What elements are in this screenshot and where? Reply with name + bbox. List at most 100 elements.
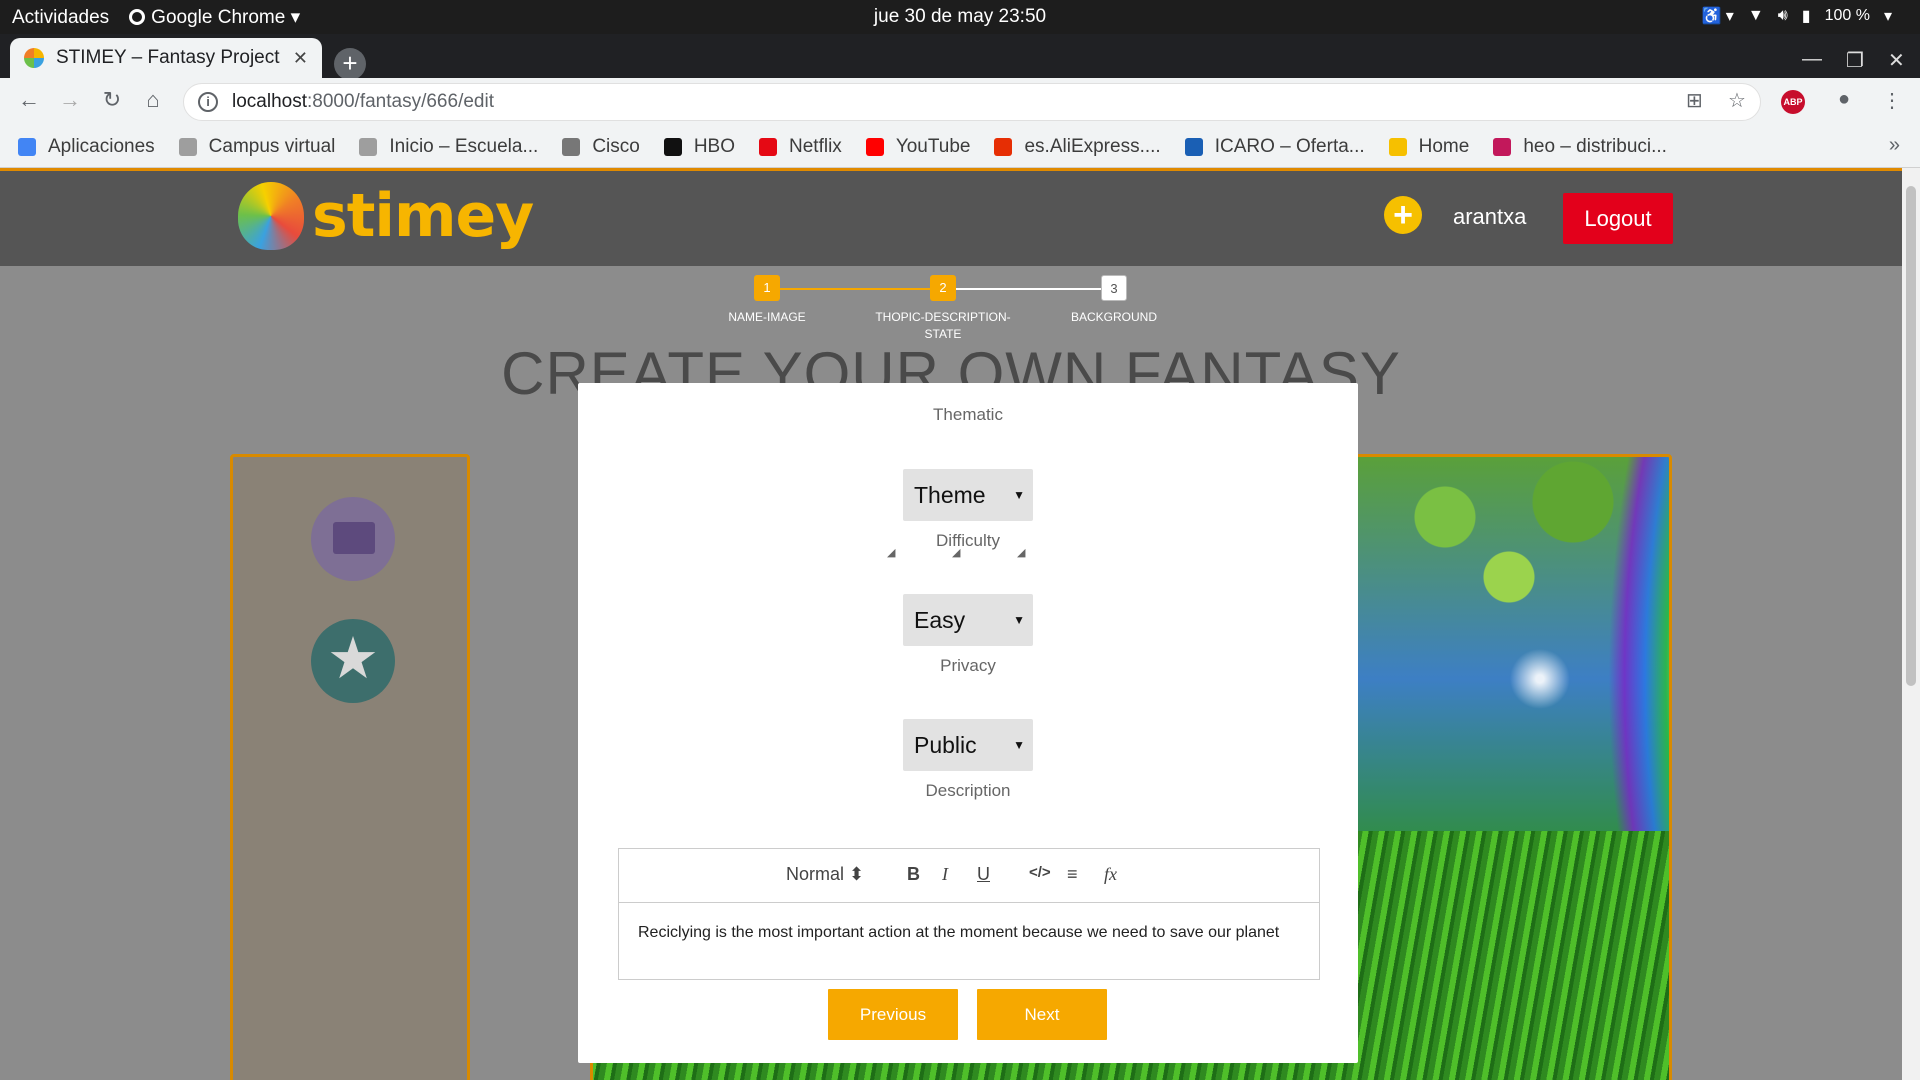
dropdown-arrow-icon: ▼	[1013, 613, 1025, 627]
bookmark-label: es.AliExpress....	[1024, 135, 1161, 157]
description-text[interactable]: Reciclying is the most important action …	[619, 903, 1319, 962]
bookmark-item[interactable]: Home	[1388, 135, 1470, 158]
reload-icon[interactable]: ↻	[97, 87, 127, 113]
logout-button[interactable]: Logout	[1563, 193, 1673, 244]
dropdown-arrow-icon: ▼	[1013, 738, 1025, 752]
url-path: :8000/fantasy/666/edit	[307, 91, 494, 112]
thematic-select[interactable]: Theme ▼	[903, 469, 1033, 521]
rich-text-editor: Normal ⬍ B I U </> ≡ fx Reciclying is th…	[618, 848, 1320, 980]
privacy-select[interactable]: Public ▼	[903, 719, 1033, 771]
menu-kebab-icon[interactable]: ⋮	[1882, 88, 1902, 113]
bookmark-item[interactable]: YouTube	[865, 135, 971, 158]
close-window-icon[interactable]: ✕	[1888, 48, 1905, 73]
wifi-icon[interactable]: ▼	[1748, 7, 1764, 25]
stimey-logo[interactable]: stimey	[238, 181, 534, 251]
stepper-line-done	[780, 288, 943, 290]
site-info-icon[interactable]: i	[198, 92, 218, 112]
bookmark-label: Campus virtual	[208, 135, 336, 157]
system-top-bar: Actividades Google Chrome ▾ jue 30 de ma…	[0, 0, 1920, 34]
bookmark-label: Netflix	[789, 135, 842, 157]
underline-icon[interactable]: U	[977, 864, 990, 885]
url-host: localhost	[232, 91, 307, 112]
tab-title: STIMEY – Fantasy Project	[56, 47, 280, 68]
volume-icon[interactable]: 🔊︎	[1778, 7, 1788, 25]
minimize-icon[interactable]: —	[1802, 48, 1822, 71]
bookmark-label: heo – distribuci...	[1523, 135, 1667, 157]
heo-icon	[1493, 137, 1512, 156]
forward-icon[interactable]: →	[55, 87, 85, 113]
bookmark-item[interactable]: Cisco	[562, 136, 640, 158]
next-button[interactable]: Next	[977, 989, 1107, 1040]
username[interactable]: arantxa	[1453, 204, 1526, 230]
difficulty-label: Difficulty	[936, 531, 1000, 550]
side-panel: ★	[230, 454, 470, 1080]
bookmark-label: Home	[1418, 135, 1470, 157]
accessibility-icon[interactable]: ♿ ▾	[1701, 6, 1733, 26]
stepper-line-todo	[956, 288, 1114, 290]
stimey-favicon	[24, 48, 44, 68]
page-scrollbar[interactable]	[1902, 168, 1920, 1080]
folder-icon[interactable]	[311, 497, 395, 581]
step-3-marker[interactable]: 3	[1101, 275, 1127, 301]
thematic-label: Thematic	[933, 405, 1003, 424]
browser-tab[interactable]: STIMEY – Fantasy Project ✕	[10, 38, 322, 78]
scrollbar-thumb[interactable]	[1906, 186, 1916, 686]
editor-toolbar: Normal ⬍ B I U </> ≡ fx	[619, 849, 1319, 903]
bookmark-label: YouTube	[895, 135, 971, 157]
step-2-marker[interactable]: 2	[930, 275, 956, 301]
step-1-marker[interactable]: 1	[754, 275, 780, 301]
address-bar[interactable]: i localhost:8000/fantasy/666/edit	[183, 83, 1761, 121]
resize-handle-icon: ◢	[952, 547, 961, 559]
bookmark-item[interactable]: Inicio – Escuela...	[359, 136, 538, 158]
more-bookmarks-icon[interactable]: »	[1889, 134, 1900, 157]
profile-icon[interactable]: ●	[1838, 88, 1850, 111]
maximize-icon[interactable]: ❐	[1846, 48, 1864, 73]
system-menu-arrow[interactable]: ▾	[1884, 6, 1892, 26]
home-bookmark-icon	[1388, 137, 1407, 156]
step-2-label: THOPIC-DESCRIPTION-STATE	[875, 310, 1011, 341]
fantasy-form-modal: Thematic Theme ▼ Difficulty ◢ ◢ ◢ Easy ▼ P…	[578, 383, 1358, 1063]
brain-logo-icon	[238, 182, 304, 250]
page-viewport: stimey + arantxa Logout 1 NAME-IMAGE 2 THOP…	[0, 168, 1902, 1080]
leaves-decoration	[1349, 457, 1669, 607]
bookmark-item[interactable]: Aplicaciones	[18, 136, 155, 158]
star-icon[interactable]: ★	[311, 619, 395, 703]
translate-icon[interactable]: ⊞	[1686, 88, 1703, 113]
bold-icon[interactable]: B	[907, 864, 920, 885]
hbo-icon	[663, 137, 682, 156]
back-icon[interactable]: ←	[14, 87, 44, 113]
netflix-icon	[759, 137, 778, 156]
bookmark-label: Aplicaciones	[48, 135, 155, 157]
bookmark-label: HBO	[693, 135, 736, 157]
clock[interactable]: jue 30 de may 23:50	[874, 6, 1046, 27]
aliexpress-icon	[994, 137, 1013, 156]
battery-icon[interactable]: ▮	[1802, 6, 1811, 26]
previous-button[interactable]: Previous	[828, 989, 958, 1040]
align-icon[interactable]: ≡	[1067, 864, 1078, 885]
step-3-label: BACKGROUND	[1070, 310, 1157, 324]
difficulty-select[interactable]: Easy ▼	[903, 594, 1033, 646]
tab-close-icon[interactable]: ✕	[293, 48, 308, 69]
bookmark-item[interactable]: es.AliExpress....	[994, 135, 1161, 158]
home-icon[interactable]: ⌂	[138, 87, 168, 113]
bookmark-item[interactable]: Netflix	[759, 136, 842, 158]
bookmark-item[interactable]: HBO	[663, 135, 736, 158]
resize-handle-icon: ◢	[887, 547, 896, 559]
youtube-icon	[865, 137, 884, 156]
bookmark-item[interactable]: Campus virtual	[178, 135, 336, 158]
clear-format-icon[interactable]: fx	[1104, 864, 1117, 885]
bookmark-label: Cisco	[592, 135, 640, 157]
format-select[interactable]: Normal ⬍	[786, 864, 864, 885]
difficulty-value: Easy	[914, 607, 966, 633]
new-tab-button[interactable]: +	[334, 48, 366, 80]
adblock-icon[interactable]: ABP	[1781, 90, 1805, 114]
bookmark-item[interactable]: ICARO – Oferta...	[1184, 136, 1365, 158]
bookmark-item[interactable]: heo – distribuci...	[1493, 136, 1667, 158]
bookmark-star-icon[interactable]: ☆	[1728, 88, 1746, 113]
italic-icon[interactable]: I	[942, 864, 948, 885]
format-value: Normal	[786, 864, 845, 884]
add-plus-icon[interactable]: +	[1384, 196, 1422, 234]
code-icon[interactable]: </>	[1029, 864, 1051, 881]
step-1-label: NAME-IMAGE	[728, 310, 806, 324]
battery-level: 100 %	[1824, 7, 1870, 24]
